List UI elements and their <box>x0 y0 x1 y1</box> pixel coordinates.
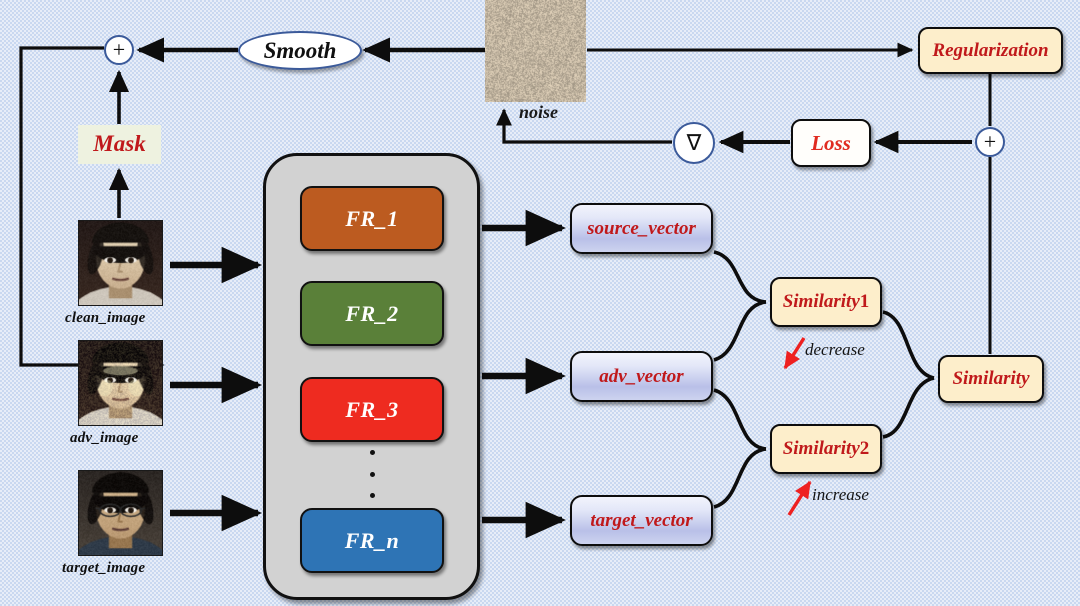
diagram-canvas: noise clean_image adv_image target_image… <box>0 0 1080 606</box>
adv-image-thumbnail <box>78 340 163 426</box>
target-vector-node[interactable]: target_vector <box>570 495 713 546</box>
plus-operator-right[interactable]: + <box>975 127 1005 157</box>
gradient-operator-icon[interactable]: ∇ <box>673 122 715 164</box>
noise-label: noise <box>519 102 558 123</box>
target-image-caption: target_image <box>62 560 145 577</box>
similarity2-node[interactable]: Similarity 2 <box>770 424 882 474</box>
clean-image-caption: clean_image <box>65 310 146 327</box>
clean-image-thumbnail <box>78 220 163 306</box>
regularization-node[interactable]: Regularization <box>918 27 1063 74</box>
decrease-arrow <box>785 338 804 368</box>
fr-model-2[interactable]: FR_2 <box>300 281 444 346</box>
fr-model-3[interactable]: FR_3 <box>300 377 444 442</box>
noise-image <box>485 0 586 102</box>
similarity1-label: Similarity <box>783 292 860 312</box>
plus-operator-left[interactable]: + <box>104 35 134 65</box>
increase-label: increase <box>812 485 869 505</box>
similarity-node[interactable]: Similarity <box>938 355 1044 403</box>
similarity1-index: 1 <box>860 292 870 312</box>
smooth-node[interactable]: Smooth <box>238 31 362 70</box>
target-image-thumbnail <box>78 470 163 556</box>
increase-arrow <box>789 482 810 515</box>
fr-model-n[interactable]: FR_n <box>300 508 444 573</box>
similarity2-label: Similarity <box>783 439 860 459</box>
loss-node[interactable]: Loss <box>791 119 871 167</box>
source-vector-node[interactable]: source_vector <box>570 203 713 254</box>
adv-vector-node[interactable]: adv_vector <box>570 351 713 402</box>
similarity2-index: 2 <box>860 439 870 459</box>
adv-image-caption: adv_image <box>70 430 138 447</box>
mask-node[interactable]: Mask <box>78 125 161 164</box>
fr-model-1[interactable]: FR_1 <box>300 186 444 251</box>
similarity1-node[interactable]: Similarity 1 <box>770 277 882 327</box>
decrease-label: decrease <box>805 340 865 360</box>
ellipsis-icon <box>365 450 379 498</box>
